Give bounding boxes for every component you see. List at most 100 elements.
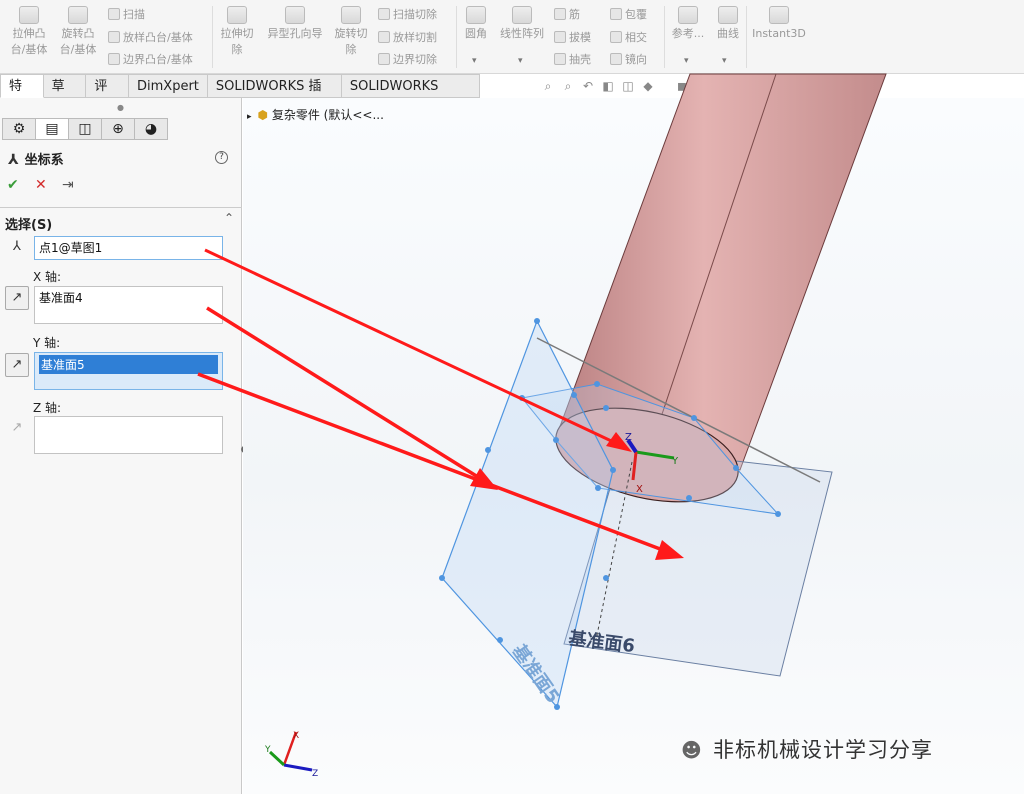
rib-icon	[554, 8, 566, 20]
reference-dropdown-icon[interactable]: ▾	[684, 56, 689, 66]
monitor-icon[interactable]: ▭	[798, 78, 814, 94]
apply-scene-icon[interactable]: ◑	[734, 78, 750, 94]
part-name: 复杂零件 (默认<<...	[271, 108, 384, 122]
display-style-icon[interactable]: ◼	[674, 78, 690, 94]
instant3d-icon	[769, 6, 789, 24]
tab-solidworks-addins[interactable]: SOLIDWORKS 插件	[207, 74, 342, 118]
pattern-dropdown-icon[interactable]: ▾	[518, 56, 523, 66]
watermark-text: 非标机械设计学习分享	[713, 738, 933, 762]
fillet-icon	[466, 6, 486, 24]
boundary-boss-button[interactable]: 边界凸台/基体	[108, 51, 193, 68]
reference-geometry-button[interactable]: 参考...	[668, 6, 708, 42]
swept-cut-button[interactable]: 扫描切除	[378, 6, 437, 23]
x-axis-label: X 轴:	[33, 270, 62, 284]
pushpin-icon[interactable]: ⇥	[62, 177, 74, 193]
boundary-icon	[108, 53, 120, 65]
rib-button[interactable]: 筋	[554, 6, 580, 23]
tab-dimxpert[interactable]: DimXpert	[129, 74, 208, 98]
hole-wizard-icon	[285, 6, 305, 24]
extruded-boss-button[interactable]: 拉伸凸 台/基体	[6, 6, 52, 58]
curves-dropdown-icon[interactable]: ▾	[722, 56, 727, 66]
extruded-cut-icon	[227, 6, 247, 24]
fillet-button[interactable]: 圆角	[460, 6, 492, 42]
z-axis-selection-field[interactable]	[34, 416, 223, 454]
part-icon: ⬢	[257, 108, 269, 122]
dimxpert-manager-tab-icon[interactable]: ⊕	[101, 118, 135, 140]
reverse-x-axis-icon[interactable]: ↗	[5, 286, 29, 310]
hole-wizard-button[interactable]: 异型孔向导	[262, 6, 328, 42]
help-icon[interactable]: ?	[215, 151, 228, 164]
swept-cut-icon	[378, 8, 390, 20]
panel-handle-icon[interactable]: ●	[117, 103, 124, 112]
lofted-cut-button[interactable]: 放样切割	[378, 29, 437, 46]
mirror-button[interactable]: 镜向	[610, 51, 647, 68]
ribbon-divider	[212, 6, 213, 68]
zoom-to-fit-icon[interactable]: ⌕	[540, 78, 556, 94]
previous-view-icon[interactable]: ↶	[580, 78, 596, 94]
loft-icon	[108, 31, 120, 43]
revolved-cut-button[interactable]: 旋转切 除	[330, 6, 372, 58]
revolved-cut-icon	[341, 6, 361, 24]
view-orientation-icon[interactable]: ◆	[640, 78, 656, 94]
zoom-to-area-icon[interactable]: ⌕	[560, 78, 576, 94]
mirror-icon	[610, 53, 622, 65]
command-manager-ribbon: 拉伸凸 台/基体 旋转凸 台/基体 扫描 放样凸台/基体 边界凸台/基体 拉伸切…	[0, 0, 1024, 74]
flyout-feature-tree[interactable]: ▸ ⬢ 复杂零件 (默认<<...	[247, 106, 384, 123]
draft-icon	[554, 31, 566, 43]
linear-pattern-icon	[512, 6, 532, 24]
ribbon-divider	[664, 6, 665, 68]
ok-check-icon[interactable]: ✔	[7, 177, 19, 193]
sweep-icon	[108, 8, 120, 20]
extruded-cut-button[interactable]: 拉伸切 除	[216, 6, 258, 58]
edit-appearance-icon[interactable]: ◐	[714, 78, 730, 94]
boundary-cut-button[interactable]: 边界切除	[378, 51, 437, 68]
selection-group-header[interactable]: 选择(S)	[5, 214, 52, 233]
loft-boss-button[interactable]: 放样凸台/基体	[108, 29, 193, 46]
cancel-x-icon[interactable]: ✕	[35, 177, 47, 193]
y-axis-selection-field[interactable]: 基准面5	[34, 352, 223, 390]
wrap-icon	[610, 8, 622, 20]
ribbon-divider	[746, 6, 747, 68]
view-settings-icon[interactable]: ▣	[754, 78, 770, 94]
section-view-icon[interactable]: ◧	[600, 78, 616, 94]
coordinate-system-icon: ⅄	[8, 152, 19, 168]
wrap-button[interactable]: 包覆	[610, 6, 647, 23]
heads-up-view-toolbar: ⌕ ⌕ ↶ ◧ ◫ ◆ ◼ ◉ ◐ ◑ ▣ ▭	[540, 78, 814, 96]
linear-pattern-button[interactable]: 线性阵列	[496, 6, 548, 42]
origin-icon: ⅄	[13, 239, 21, 254]
sweep-button[interactable]: 扫描	[108, 6, 145, 23]
reference-geometry-icon	[678, 6, 698, 24]
revolved-boss-button[interactable]: 旋转凸 台/基体	[55, 6, 101, 58]
draft-button[interactable]: 拔模	[554, 29, 591, 46]
expand-arrow-icon[interactable]: ▸	[247, 112, 252, 122]
fillet-dropdown-icon[interactable]: ▾	[472, 56, 477, 66]
feature-manager-tab-icon[interactable]: ⚙	[2, 118, 36, 140]
x-axis-selection-field[interactable]: 基准面4	[34, 286, 223, 324]
boundary-cut-icon	[378, 53, 390, 65]
reverse-z-axis-icon[interactable]: ↗	[5, 417, 29, 441]
tab-evaluate[interactable]: 评估	[86, 74, 130, 118]
configuration-manager-tab-icon[interactable]: ◫	[68, 118, 102, 140]
intersect-button[interactable]: 相交	[610, 29, 647, 46]
intersect-icon	[610, 31, 622, 43]
collapse-chevron-icon[interactable]: ⌃	[224, 211, 234, 225]
dynamic-annotation-icon[interactable]: ◫	[620, 78, 636, 94]
tab-features[interactable]: 特征	[0, 74, 44, 118]
revolved-boss-icon	[68, 6, 88, 24]
command-manager-tabs: 特征 草图 评估 DimXpert SOLIDWORKS 插件 SOLIDWOR…	[0, 74, 481, 118]
tab-sketch[interactable]: 草图	[43, 74, 87, 118]
tab-solidworks-mbd[interactable]: SOLIDWORKS MBD	[341, 74, 481, 118]
display-manager-tab-icon[interactable]: ◕	[134, 118, 168, 140]
reverse-y-axis-icon[interactable]: ↗	[5, 353, 29, 377]
property-manager-tab-icon[interactable]: ▤	[35, 118, 69, 140]
shell-icon	[554, 53, 566, 65]
shell-button[interactable]: 抽壳	[554, 51, 591, 68]
instant3d-button[interactable]: Instant3D	[750, 6, 808, 42]
property-manager-title: ⅄ 坐标系	[8, 152, 64, 168]
hide-show-items-icon[interactable]: ◉	[694, 78, 710, 94]
ribbon-divider	[456, 6, 457, 68]
origin-selection-field[interactable]: 点1@草图1	[34, 236, 223, 260]
graphics-area[interactable]	[243, 98, 1024, 794]
curves-button[interactable]: 曲线	[712, 6, 744, 42]
y-axis-label: Y 轴:	[33, 336, 61, 350]
